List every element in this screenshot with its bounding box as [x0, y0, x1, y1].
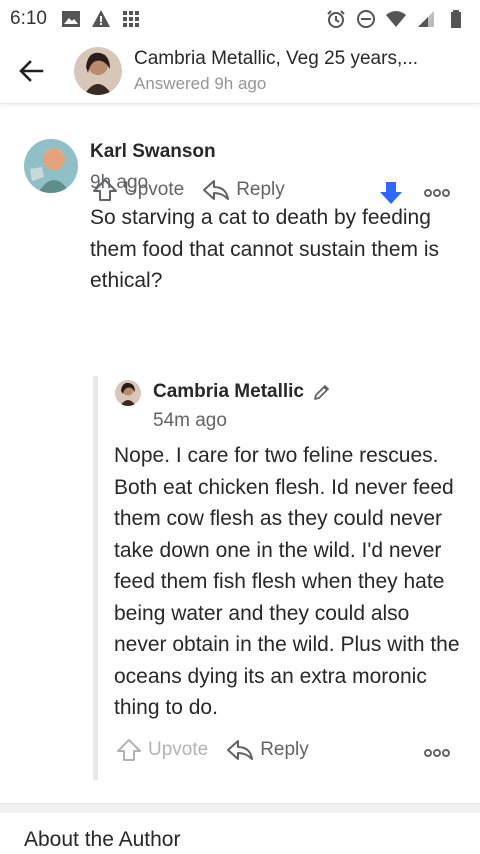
reply-more-options-button[interactable] [424, 746, 450, 764]
upvote-arrow-icon [93, 179, 117, 201]
grid-icon [122, 11, 139, 27]
commenter-name[interactable]: Karl Swanson [90, 141, 216, 163]
upvote-button[interactable]: Upvote [92, 178, 184, 202]
reply-upvote-label: Upvote [148, 739, 209, 760]
commenter-avatar[interactable] [24, 139, 78, 193]
reply-reply-label: Reply [260, 739, 309, 760]
signal-icon [418, 11, 434, 27]
answer-author-title[interactable]: Cambria Metallic, Veg 25 years,... [134, 48, 418, 70]
more-options-button[interactable] [424, 186, 450, 204]
reply-arrow-icon [227, 740, 254, 760]
status-bar: 6:10 [0, 0, 480, 38]
reply-reply-button[interactable]: Reply [226, 738, 309, 762]
header-bar: Cambria Metallic, Veg 25 years,... Answe… [0, 38, 480, 104]
reply-label: Reply [236, 179, 285, 200]
alarm-icon [327, 10, 345, 28]
about-author-heading: About the Author [24, 828, 181, 851]
do-not-disturb-icon [357, 10, 375, 28]
status-time: 6:10 [10, 8, 47, 29]
reply-arrow-icon [203, 180, 230, 200]
reply-text: Nope. I care for two feline rescues. Bot… [114, 444, 460, 719]
comment-actions: Upvote Reply [92, 178, 285, 202]
reply-timestamp: 54m ago [153, 410, 227, 431]
wifi-icon [386, 11, 406, 27]
reply-button[interactable]: Reply [202, 178, 285, 202]
answer-timestamp: Answered 9h ago [134, 73, 267, 93]
reply-author-name[interactable]: Cambria Metallic [153, 381, 304, 403]
arrow-left-icon [19, 59, 44, 82]
author-pen-icon [314, 385, 329, 400]
more-dots-icon [424, 189, 450, 197]
comment-text: So starving a cat to death by feeding th… [90, 206, 440, 292]
upvote-arrow-icon [117, 739, 141, 761]
more-dots-icon [424, 749, 450, 757]
reply-thread-line [93, 376, 98, 780]
battery-icon [451, 10, 461, 28]
author-avatar[interactable] [74, 46, 122, 95]
downvote-arrow-icon [380, 182, 402, 204]
upvote-label: Upvote [124, 179, 185, 200]
reply-actions: Upvote Reply [116, 738, 309, 762]
downvote-button[interactable] [378, 180, 404, 211]
section-divider [0, 803, 480, 813]
warning-icon [91, 10, 110, 27]
reply-author-avatar[interactable] [115, 380, 141, 406]
reply-author: Cambria Metallic [153, 381, 332, 403]
image-icon [61, 11, 80, 27]
reply-upvote-button[interactable]: Upvote [116, 738, 208, 762]
back-button[interactable] [0, 38, 62, 104]
